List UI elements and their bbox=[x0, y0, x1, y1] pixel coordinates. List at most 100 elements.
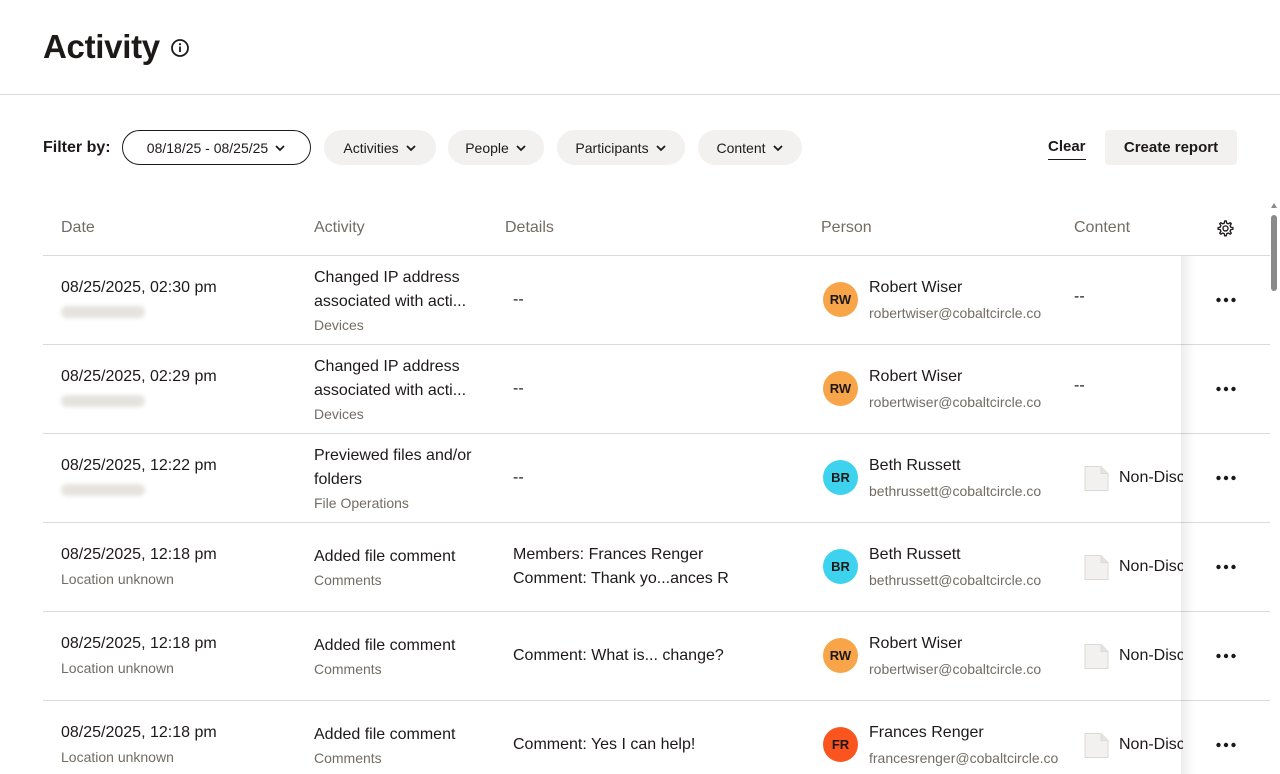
avatar: BR bbox=[823, 549, 858, 584]
table-row[interactable]: 08/25/2025, 12:18 pm Location unknown Ad… bbox=[43, 612, 1270, 701]
sticky-column-shadow bbox=[1181, 256, 1195, 774]
table-row[interactable]: 08/25/2025, 02:29 pm Changed IP address … bbox=[43, 345, 1270, 434]
row-date: 08/25/2025, 02:29 pm bbox=[61, 368, 217, 385]
content-file-link[interactable]: Non-Disclosure bbox=[1083, 732, 1183, 758]
table-header: Date Activity Details Person Content bbox=[43, 200, 1270, 256]
more-horizontal-icon[interactable] bbox=[1214, 733, 1238, 757]
person-email: robertwiser@cobaltcircle.co bbox=[869, 394, 1042, 410]
person-name[interactable]: Beth Russett bbox=[869, 457, 961, 475]
person-name[interactable]: Robert Wiser bbox=[869, 368, 962, 386]
activity-table: Date Activity Details Person Content 08/… bbox=[43, 200, 1270, 774]
page-header: Activity bbox=[0, 0, 1280, 95]
more-horizontal-icon[interactable] bbox=[1214, 377, 1238, 401]
chevron-down-icon bbox=[655, 144, 666, 151]
chevron-down-icon bbox=[772, 144, 783, 151]
file-icon bbox=[1084, 732, 1109, 758]
content-file-name: Non-Disclosure bbox=[1119, 647, 1183, 664]
content-filter-label: Content bbox=[716, 139, 766, 156]
person-email: bethrussett@cobaltcircle.co bbox=[869, 483, 1042, 499]
person-name[interactable]: Robert Wiser bbox=[869, 635, 962, 653]
person-email: francesrenger@cobaltcircle.co bbox=[869, 750, 1059, 766]
avatar: BR bbox=[823, 460, 858, 495]
filter-bar: Filter by: 08/18/25 - 08/25/25 Activitie… bbox=[0, 130, 1280, 166]
chevron-down-icon bbox=[405, 144, 416, 151]
avatar: RW bbox=[823, 371, 858, 406]
table-row[interactable]: 08/25/2025, 12:18 pm Location unknown Ad… bbox=[43, 523, 1270, 612]
row-activity: Previewed files and/or folders bbox=[314, 447, 472, 488]
row-date: 08/25/2025, 12:18 pm bbox=[61, 724, 217, 741]
participants-filter-label: Participants bbox=[575, 139, 649, 156]
gear-icon[interactable] bbox=[1216, 219, 1235, 238]
column-header-date[interactable]: Date bbox=[61, 219, 95, 237]
date-range-label: 08/18/25 - 08/25/25 bbox=[146, 139, 269, 156]
row-details: -- bbox=[513, 380, 524, 397]
avatar: FR bbox=[823, 727, 858, 762]
table-row[interactable]: 08/25/2025, 12:22 pm Previewed files and… bbox=[43, 434, 1270, 523]
column-header-details[interactable]: Details bbox=[505, 219, 554, 237]
row-date: 08/25/2025, 12:18 pm bbox=[61, 546, 217, 563]
more-horizontal-icon[interactable] bbox=[1214, 466, 1238, 490]
content-file-link[interactable]: Non-Disclosure bbox=[1083, 554, 1183, 580]
activities-filter[interactable]: Activities bbox=[324, 130, 436, 165]
people-filter[interactable]: People bbox=[448, 130, 544, 165]
info-icon[interactable] bbox=[170, 38, 190, 58]
activities-filter-label: Activities bbox=[343, 139, 399, 156]
row-activity: Changed IP address associated with acti.… bbox=[314, 269, 467, 310]
avatar: RW bbox=[823, 638, 858, 673]
row-activity-category: Devices bbox=[314, 406, 364, 422]
column-header-content[interactable]: Content bbox=[1074, 219, 1130, 237]
row-activity: Added file comment bbox=[314, 637, 456, 654]
more-horizontal-icon[interactable] bbox=[1214, 555, 1238, 579]
avatar: RW bbox=[823, 282, 858, 317]
row-activity-category: Devices bbox=[314, 317, 364, 333]
scroll-up-arrow-icon[interactable] bbox=[1271, 203, 1277, 208]
people-filter-label: People bbox=[465, 139, 509, 156]
row-activity: Added file comment bbox=[314, 548, 456, 565]
content-file-link[interactable]: Non-Disclosure bbox=[1083, 643, 1183, 669]
content-filter[interactable]: Content bbox=[698, 130, 802, 165]
file-icon bbox=[1084, 643, 1109, 669]
file-icon bbox=[1084, 554, 1109, 580]
row-activity-category: Comments bbox=[314, 661, 382, 677]
content-file-name: Non-Disclosure bbox=[1119, 558, 1183, 575]
person-email: robertwiser@cobaltcircle.co bbox=[869, 305, 1042, 321]
row-location: Location unknown bbox=[61, 749, 174, 765]
vertical-scrollbar[interactable] bbox=[1268, 200, 1280, 774]
content-file-link[interactable]: Non-Disclosure bbox=[1083, 465, 1183, 491]
row-date: 08/25/2025, 12:22 pm bbox=[61, 457, 217, 474]
row-activity-category: Comments bbox=[314, 750, 382, 766]
row-details: Comment: What is... change? bbox=[513, 647, 724, 664]
participants-filter[interactable]: Participants bbox=[557, 130, 685, 165]
row-date: 08/25/2025, 02:30 pm bbox=[61, 279, 217, 296]
row-date: 08/25/2025, 12:18 pm bbox=[61, 635, 217, 652]
scrollbar-thumb[interactable] bbox=[1271, 215, 1277, 291]
content-file-name: Non-Disclosure bbox=[1119, 736, 1183, 753]
row-content: -- bbox=[1074, 377, 1085, 394]
row-activity-category: Comments bbox=[314, 572, 382, 588]
page-title: Activity bbox=[43, 28, 160, 65]
person-name[interactable]: Beth Russett bbox=[869, 546, 961, 564]
column-header-person[interactable]: Person bbox=[821, 219, 872, 237]
person-name[interactable]: Robert Wiser bbox=[869, 279, 962, 297]
row-details: Comment: Yes I can help! bbox=[513, 736, 696, 753]
redacted-location bbox=[61, 395, 145, 407]
more-horizontal-icon[interactable] bbox=[1214, 644, 1238, 668]
table-row[interactable]: 08/25/2025, 12:18 pm Location unknown Ad… bbox=[43, 701, 1270, 774]
row-details-comment: Comment: Thank yo...ances R bbox=[513, 570, 729, 587]
person-name[interactable]: Frances Renger bbox=[869, 724, 984, 742]
create-report-button[interactable]: Create report bbox=[1105, 130, 1237, 165]
filter-label: Filter by: bbox=[43, 139, 111, 156]
clear-filters-link[interactable]: Clear bbox=[1048, 138, 1086, 160]
chevron-down-icon bbox=[516, 144, 526, 151]
row-details: Members: Frances Renger bbox=[513, 546, 704, 563]
person-email: bethrussett@cobaltcircle.co bbox=[869, 572, 1042, 588]
file-icon bbox=[1084, 465, 1109, 491]
chevron-down-icon bbox=[275, 144, 285, 151]
table-row[interactable]: 08/25/2025, 02:30 pm Changed IP address … bbox=[43, 256, 1270, 345]
more-horizontal-icon[interactable] bbox=[1214, 288, 1238, 312]
column-header-activity[interactable]: Activity bbox=[314, 219, 365, 237]
date-range-filter[interactable]: 08/18/25 - 08/25/25 bbox=[122, 130, 311, 165]
row-activity-category: File Operations bbox=[314, 495, 409, 511]
row-details: -- bbox=[513, 291, 524, 308]
row-location: Location unknown bbox=[61, 571, 174, 587]
